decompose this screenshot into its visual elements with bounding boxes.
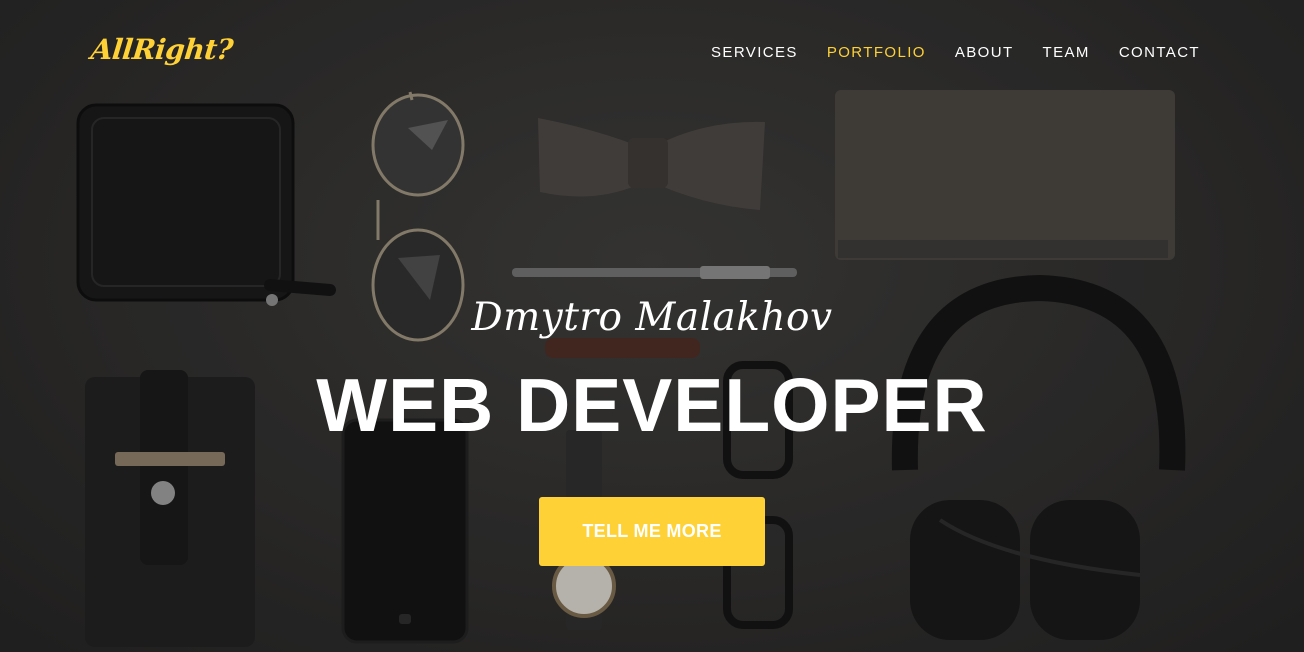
nav-link-services[interactable]: SERVICES	[711, 44, 798, 61]
nav-item-contact: CONTACT	[1119, 42, 1200, 61]
brand-logo[interactable]: AllRight?	[89, 33, 234, 66]
tell-me-more-button[interactable]: TELL ME MORE	[539, 497, 765, 566]
nav-link-about[interactable]: ABOUT	[955, 44, 1014, 61]
nav-item-about: ABOUT	[955, 42, 1014, 61]
hero-headline: WEB DEVELOPER	[316, 363, 988, 447]
nav-item-services: SERVICES	[711, 42, 798, 61]
nav-link-team[interactable]: TEAM	[1043, 44, 1090, 61]
nav-item-team: TEAM	[1043, 42, 1090, 61]
nav-item-portfolio: PORTFOLIO	[827, 42, 926, 61]
nav-link-contact[interactable]: CONTACT	[1119, 44, 1200, 61]
nav-link-portfolio[interactable]: PORTFOLIO	[827, 44, 926, 61]
hero-subtitle: Dmytro Malakhov	[471, 295, 833, 340]
top-navbar: AllRight? SERVICES PORTFOLIO ABOUT TEAM …	[0, 0, 1304, 104]
hero-section: AllRight? SERVICES PORTFOLIO ABOUT TEAM …	[0, 0, 1304, 652]
nav-menu: SERVICES PORTFOLIO ABOUT TEAM CONTACT	[711, 42, 1200, 61]
